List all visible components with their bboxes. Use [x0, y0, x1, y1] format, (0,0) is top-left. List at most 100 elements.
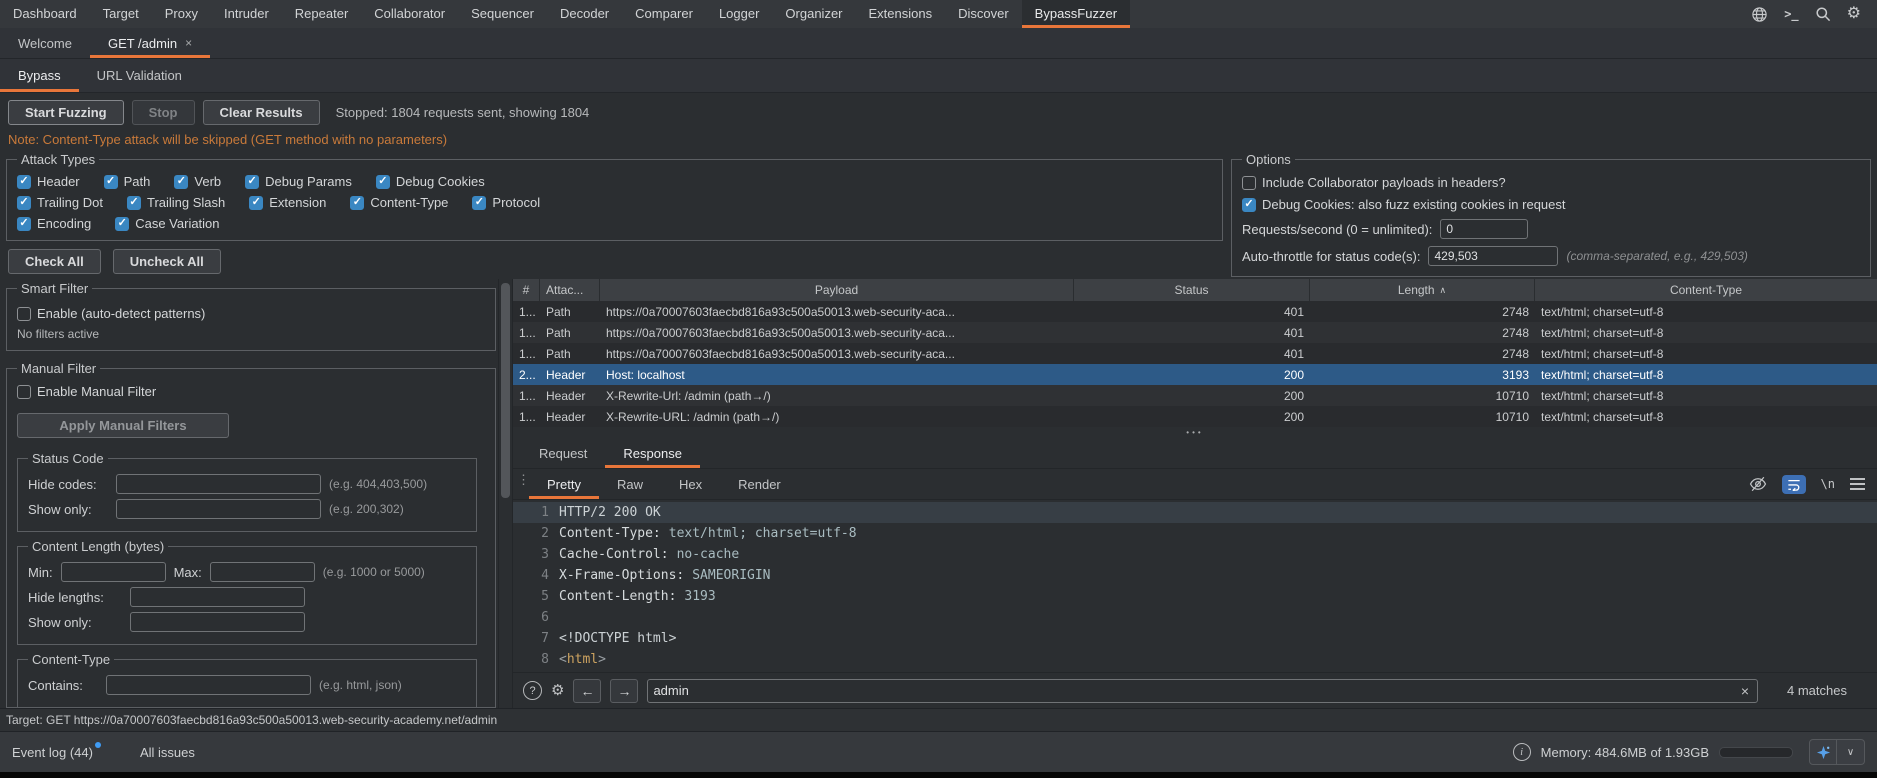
tab-request[interactable]: Request	[521, 438, 605, 468]
previous-match-button[interactable]: ←	[573, 679, 601, 703]
tab-decoder[interactable]: Decoder	[547, 0, 622, 28]
word-wrap-icon[interactable]	[1782, 475, 1806, 494]
tab-organizer[interactable]: Organizer	[772, 0, 855, 28]
column-header-payload[interactable]: Payload	[600, 279, 1074, 301]
column-header-num[interactable]: #	[513, 279, 540, 301]
rps-input[interactable]	[1440, 219, 1528, 239]
uncheck-all-button[interactable]: Uncheck All	[113, 249, 221, 274]
checkbox-trailing-slash[interactable]: Trailing Slash	[127, 195, 225, 210]
clear-search-icon[interactable]: ×	[1741, 683, 1749, 699]
main-menubar: Dashboard Target Proxy Intruder Repeater…	[0, 0, 1877, 28]
search-input[interactable]	[647, 679, 1758, 703]
tab-welcome[interactable]: Welcome	[0, 28, 90, 58]
checkbox-collaborator-payloads[interactable]: Include Collaborator payloads in headers…	[1242, 175, 1506, 190]
viewer-menu-icon[interactable]	[1850, 478, 1865, 490]
stop-button[interactable]: Stop	[132, 100, 195, 125]
throttle-input[interactable]	[1428, 246, 1558, 266]
checkbox-header[interactable]: Header	[17, 174, 80, 189]
hide-codes-label: Hide codes:	[28, 477, 108, 492]
hide-nonprintable-icon[interactable]	[1749, 475, 1767, 493]
settings-gear-icon[interactable]: ⚙	[1847, 6, 1861, 22]
tab-sequencer[interactable]: Sequencer	[458, 0, 547, 28]
checkbox-content-type[interactable]: Content-Type	[350, 195, 448, 210]
subtab-raw[interactable]: Raw	[599, 469, 661, 499]
checkbox-case-variation[interactable]: Case Variation	[115, 216, 219, 231]
code-line: 2Content-Type:text/html; charset=utf-8	[513, 523, 1877, 544]
apply-manual-filters-button[interactable]: Apply Manual Filters	[17, 413, 229, 438]
min-length-input[interactable]	[61, 562, 166, 582]
hide-lengths-input[interactable]	[130, 587, 305, 607]
table-row[interactable]: 1... Path https://0a70007603faecbd816a93…	[513, 301, 1877, 322]
start-fuzzing-button[interactable]: Start Fuzzing	[8, 100, 124, 125]
checkbox-protocol[interactable]: Protocol	[472, 195, 540, 210]
next-match-button[interactable]: →	[610, 679, 638, 703]
status-code-legend: Status Code	[28, 451, 108, 466]
tab-comparer[interactable]: Comparer	[622, 0, 706, 28]
column-header-status[interactable]: Status	[1074, 279, 1310, 301]
checkbox-debug-cookies[interactable]: Debug Cookies	[376, 174, 485, 189]
response-editor: 1HTTP/2 200 OK 2Content-Type:text/html; …	[513, 500, 1877, 672]
checkbox-debug-cookies-fuzz[interactable]: Debug Cookies: also fuzz existing cookie…	[1242, 197, 1566, 212]
checkbox-encoding[interactable]: Encoding	[17, 216, 91, 231]
tab-response[interactable]: Response	[605, 438, 700, 468]
all-issues-link[interactable]: All issues	[140, 745, 195, 760]
contains-input[interactable]	[106, 675, 311, 695]
filters-scrollbar[interactable]	[498, 279, 513, 708]
tab-repeater[interactable]: Repeater	[282, 0, 361, 28]
tab-discover[interactable]: Discover	[945, 0, 1022, 28]
tab-proxy[interactable]: Proxy	[152, 0, 211, 28]
checkbox-debug-params[interactable]: Debug Params	[245, 174, 352, 189]
search-icon[interactable]	[1815, 6, 1831, 22]
table-viewer-splitter[interactable]: •••	[513, 427, 1877, 438]
checkbox-manual-filter-enable[interactable]: Enable Manual Filter	[17, 384, 156, 399]
checkbox-path[interactable]: Path	[104, 174, 151, 189]
memory-info-icon[interactable]: i	[1513, 743, 1531, 761]
results-panel: # Attac... Payload Status Length∧ Conten…	[513, 279, 1877, 708]
scrollbar-thumb[interactable]	[501, 283, 510, 498]
tab-extensions[interactable]: Extensions	[856, 0, 946, 28]
tab-bypass[interactable]: Bypass	[0, 59, 79, 92]
clear-results-button[interactable]: Clear Results	[203, 100, 320, 125]
max-length-input[interactable]	[210, 562, 315, 582]
checkbox-verb[interactable]: Verb	[174, 174, 221, 189]
tab-target[interactable]: Target	[90, 0, 152, 28]
terminal-icon[interactable]: >_	[1784, 7, 1798, 21]
options-section: Options Include Collaborator payloads in…	[1231, 152, 1871, 277]
table-row[interactable]: 1... Path https://0a70007603faecbd816a93…	[513, 343, 1877, 364]
ai-dropdown-button[interactable]: ∨	[1837, 739, 1865, 765]
column-header-attack[interactable]: Attac...	[540, 279, 600, 301]
tab-intruder[interactable]: Intruder	[211, 0, 282, 28]
checkbox-extension[interactable]: Extension	[249, 195, 326, 210]
table-row-selected[interactable]: 2... Header Host: localhost 200 3193 tex…	[513, 364, 1877, 385]
browser-globe-icon[interactable]	[1751, 6, 1768, 23]
tab-dashboard[interactable]: Dashboard	[0, 0, 90, 28]
tab-url-validation[interactable]: URL Validation	[79, 59, 200, 92]
close-tab-icon[interactable]: ×	[185, 36, 192, 50]
show-only-lengths-input[interactable]	[130, 612, 305, 632]
tab-logger[interactable]: Logger	[706, 0, 772, 28]
table-row[interactable]: 1... Path https://0a70007603faecbd816a93…	[513, 322, 1877, 343]
show-only-codes-input[interactable]	[116, 499, 321, 519]
status-bar: Event log (44) All issues i Memory: 484.…	[0, 731, 1877, 772]
event-log-link[interactable]: Event log (44)	[12, 745, 102, 760]
hide-codes-input[interactable]	[116, 474, 321, 494]
checkbox-trailing-dot[interactable]: Trailing Dot	[17, 195, 103, 210]
search-help-icon[interactable]: ?	[523, 681, 542, 700]
subtab-pretty[interactable]: Pretty	[529, 469, 599, 499]
code-line: 7<!DOCTYPE html>	[513, 628, 1877, 649]
burp-ai-button[interactable]	[1809, 739, 1837, 765]
tab-collaborator[interactable]: Collaborator	[361, 0, 458, 28]
tab-bypassfuzzer[interactable]: BypassFuzzer	[1022, 0, 1130, 28]
subtab-hex[interactable]: Hex	[661, 469, 720, 499]
table-row[interactable]: 1... Header X-Rewrite-Url: /admin (path→…	[513, 385, 1877, 406]
subtab-render[interactable]: Render	[720, 469, 799, 499]
column-header-length[interactable]: Length∧	[1310, 279, 1535, 301]
checkbox-smart-filter-enable[interactable]: Enable (auto-detect patterns)	[17, 306, 205, 321]
tab-get-admin[interactable]: GET /admin ×	[90, 28, 210, 58]
check-all-button[interactable]: Check All	[8, 249, 101, 274]
table-row[interactable]: 1... Header X-Rewrite-URL: /admin (path→…	[513, 406, 1877, 427]
show-newlines-icon[interactable]: \n	[1821, 477, 1835, 491]
column-header-content-type[interactable]: Content-Type	[1535, 279, 1877, 301]
search-settings-icon[interactable]: ⚙	[551, 683, 564, 698]
message-viewer-tabs: Request Response	[513, 438, 1877, 469]
